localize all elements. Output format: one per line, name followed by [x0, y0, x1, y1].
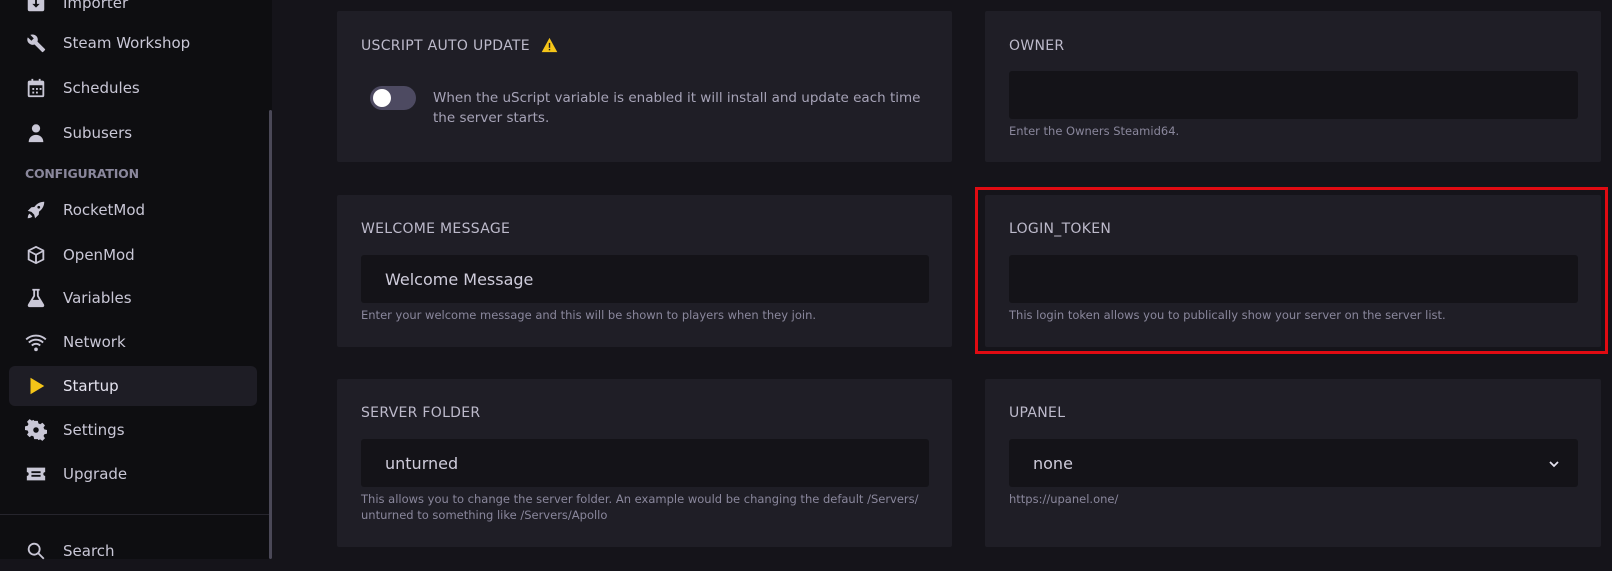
calendar-icon [25, 77, 47, 99]
sidebar-item-startup[interactable]: Startup [9, 366, 257, 406]
sidebar-item-search[interactable]: Search [9, 531, 257, 571]
welcome-message-input[interactable]: Welcome Message [361, 255, 929, 303]
card-title: WELCOME MESSAGE [361, 221, 511, 237]
play-icon [25, 375, 47, 397]
sidebar-item-label: Importer [63, 0, 129, 12]
uscript-description: When the uScript variable is enabled it … [433, 90, 921, 126]
sidebar-item-label: Network [63, 333, 126, 351]
download-icon [25, 0, 47, 14]
sidebar-item-network[interactable]: Network [9, 322, 257, 362]
card-title: UPANEL [1009, 405, 1066, 421]
sidebar-item-label: RocketMod [63, 201, 146, 219]
owner-card: OWNER Enter the Owners Steamid64. [985, 11, 1601, 162]
rocket-icon [25, 199, 47, 221]
wifi-icon [25, 331, 47, 353]
toggle-knob [373, 89, 391, 107]
upanel-hint: https://upanel.one/ [1009, 492, 1119, 506]
welcome-message-card: WELCOME MESSAGE Welcome Message Enter yo… [337, 195, 952, 347]
sidebar-item-label: Variables [63, 289, 132, 307]
sidebar-item-label: Settings [63, 421, 125, 439]
chevron-down-icon [1548, 455, 1560, 474]
highlight-box [975, 187, 1608, 354]
sidebar: Importer Steam Workshop Schedules Subuse… [0, 0, 272, 560]
uscript-toggle[interactable] [370, 86, 416, 110]
flask-icon [25, 287, 47, 309]
sidebar-item-upgrade[interactable]: Upgrade [9, 454, 257, 494]
sidebar-item-schedules[interactable]: Schedules [9, 68, 257, 108]
gear-icon [25, 419, 47, 441]
upanel-card: UPANEL none https://upanel.one/ [985, 379, 1601, 547]
tools-icon [25, 32, 47, 54]
server-folder-hint: This allows you to change the server fol… [361, 492, 919, 522]
server-folder-input[interactable]: unturned [361, 439, 929, 487]
sidebar-item-label: OpenMod [63, 246, 135, 264]
warning-icon [541, 37, 558, 57]
sidebar-item-label: Steam Workshop [63, 34, 191, 52]
upanel-select[interactable]: none [1009, 439, 1578, 487]
welcome-message-hint: Enter your welcome message and this will… [361, 308, 817, 322]
card-title: OWNER [1009, 38, 1065, 54]
sidebar-item-subusers[interactable]: Subusers [9, 113, 257, 153]
sidebar-item-importer[interactable]: Importer [9, 0, 257, 23]
card-title: SERVER FOLDER [361, 405, 481, 421]
owner-input[interactable] [1009, 71, 1578, 119]
owner-hint: Enter the Owners Steamid64. [1009, 124, 1180, 138]
sidebar-item-label: Schedules [63, 79, 140, 97]
user-icon [25, 122, 47, 144]
cube-icon [25, 244, 47, 266]
sidebar-item-label: Upgrade [63, 465, 128, 483]
sidebar-item-openmod[interactable]: OpenMod [9, 235, 257, 275]
sidebar-item-steam-workshop[interactable]: Steam Workshop [9, 23, 257, 63]
sidebar-item-rocketmod[interactable]: RocketMod [9, 190, 257, 230]
uscript-auto-update-card: USCRIPT AUTO UPDATE When the uScript var… [337, 11, 952, 162]
sidebar-divider [0, 514, 269, 515]
sidebar-item-label: Startup [63, 377, 119, 395]
card-title: USCRIPT AUTO UPDATE [361, 37, 558, 57]
section-label-configuration: CONFIGURATION [25, 166, 139, 181]
upanel-selected-value: none [1033, 453, 1073, 473]
server-folder-card: SERVER FOLDER unturned This allows you t… [337, 379, 952, 547]
sidebar-item-label: Search [63, 542, 115, 560]
ticket-icon [25, 463, 47, 485]
sidebar-item-label: Subusers [63, 124, 133, 142]
sidebar-scrollbar[interactable] [269, 110, 272, 559]
sidebar-item-variables[interactable]: Variables [9, 278, 257, 318]
sidebar-item-settings[interactable]: Settings [9, 410, 257, 450]
